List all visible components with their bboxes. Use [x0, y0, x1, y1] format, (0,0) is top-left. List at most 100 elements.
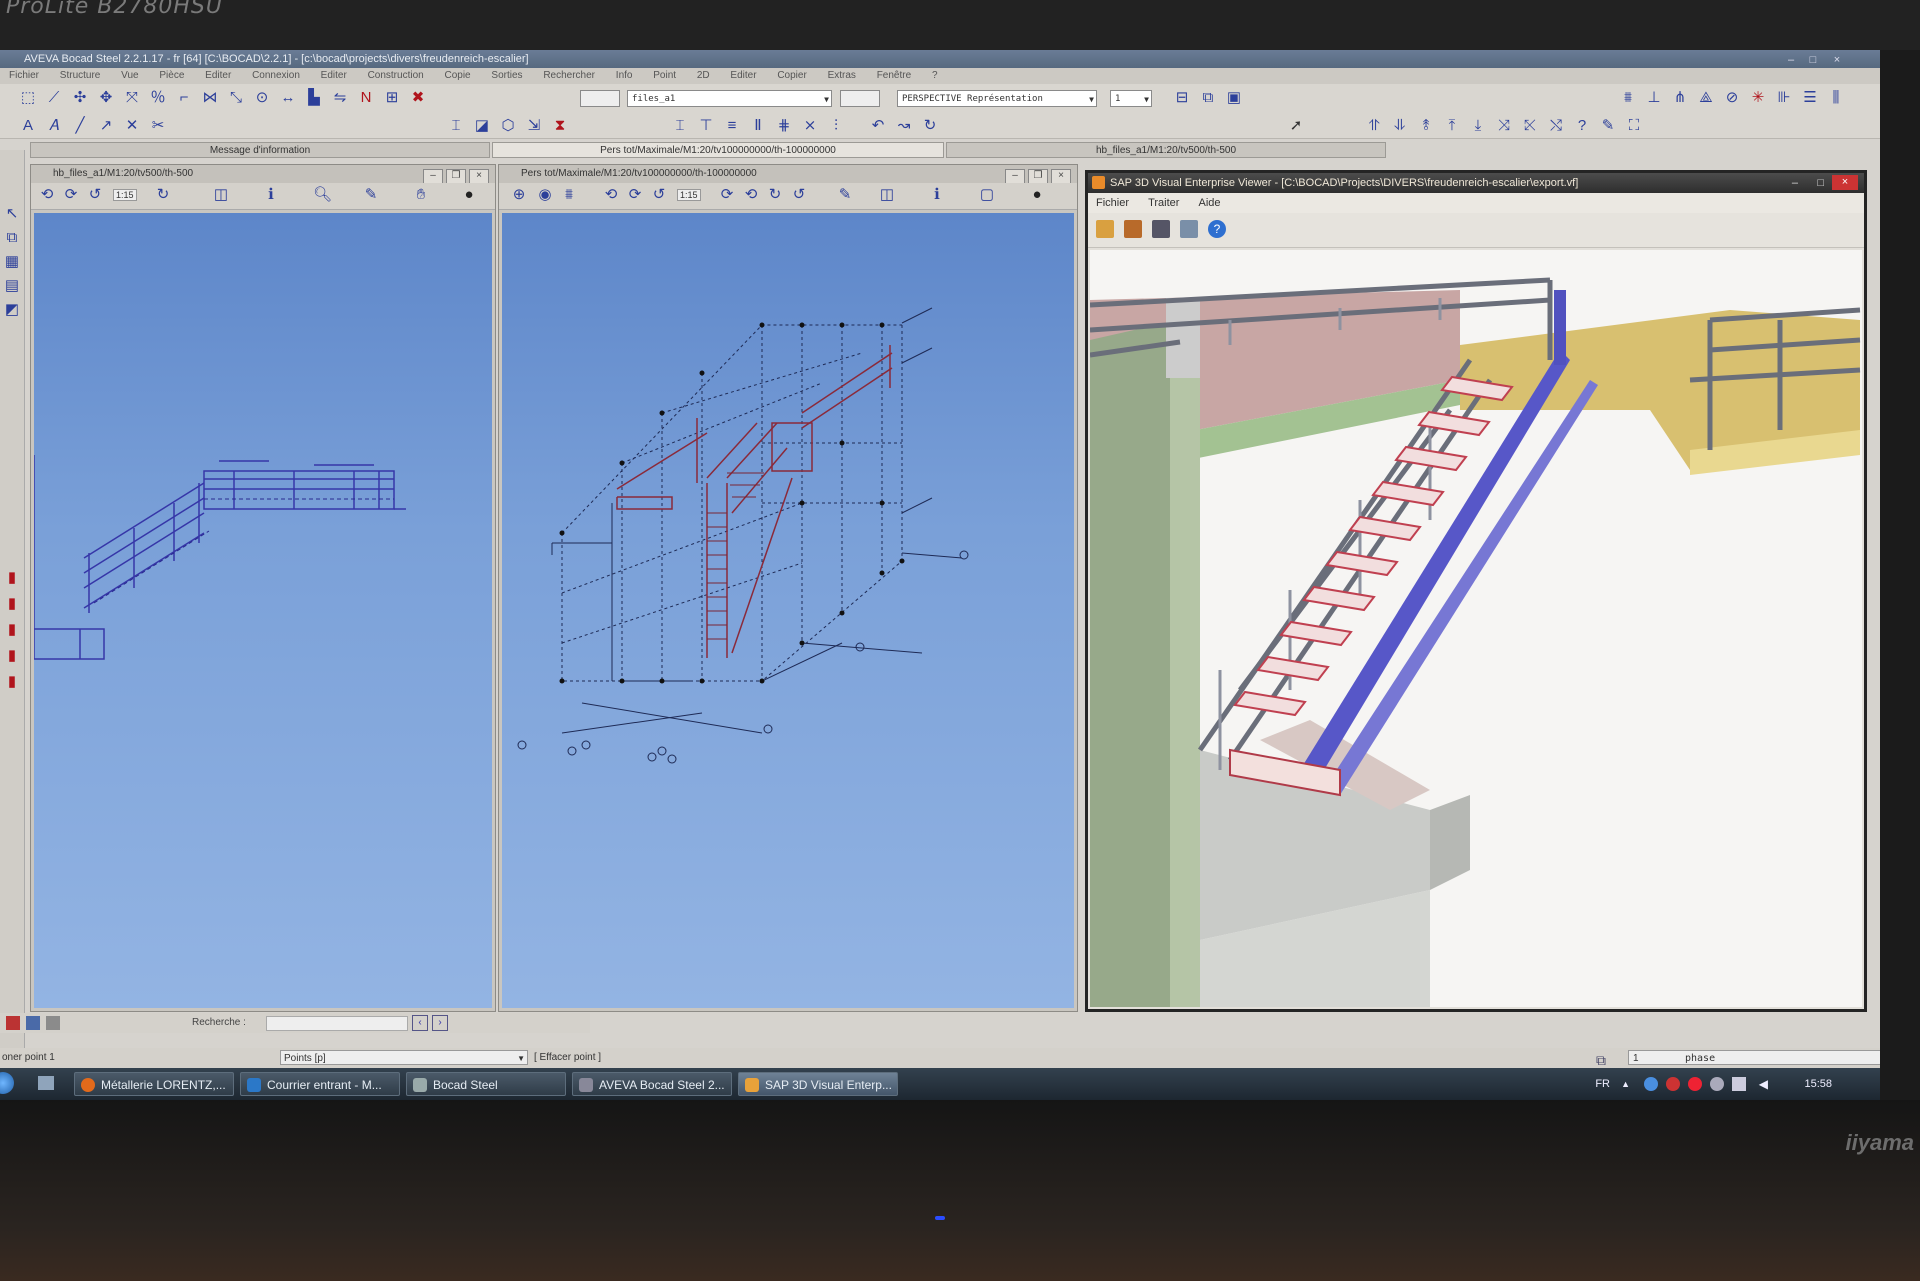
node-h-icon[interactable]: ⤭ — [1548, 118, 1564, 134]
menu-item[interactable]: Copier — [768, 68, 815, 84]
corner-tool-icon[interactable]: ⌐ — [176, 90, 192, 106]
redo-icon[interactable]: ↝ — [896, 118, 912, 134]
dim-tool-icon[interactable]: ↔ — [280, 90, 296, 106]
restore-button[interactable]: ❐ — [1028, 169, 1048, 184]
tab-files[interactable]: hb_files_a1/M1:20/tv500/th-500 — [946, 142, 1386, 158]
chevron-left-icon[interactable]: ‹ — [412, 1015, 428, 1031]
node-d-icon[interactable]: ⤒ — [1444, 118, 1460, 134]
divide-tool-icon[interactable]: ％ — [150, 90, 166, 106]
tray-network-icon[interactable] — [1644, 1077, 1658, 1091]
circle-tool-icon[interactable]: ⊙ — [254, 90, 270, 106]
rotate-right-icon[interactable]: ↺ — [651, 187, 667, 203]
help-icon[interactable]: ? — [1208, 220, 1226, 238]
node-e-icon[interactable]: ⤓ — [1470, 118, 1486, 134]
tray-update-icon[interactable] — [1688, 1077, 1702, 1091]
view-combo[interactable]: PERSPECTIVE Représentation ▼ — [897, 90, 1097, 107]
taskbar-item-firefox[interactable]: Métallerie LORENTZ,... — [74, 1072, 234, 1096]
connection-icon[interactable]: ⊥ — [1646, 90, 1662, 106]
sap-menu-item[interactable]: Aide — [1191, 193, 1229, 213]
spin-icon[interactable]: ↻ — [155, 187, 171, 203]
save-icon[interactable] — [1124, 220, 1142, 238]
beam-i-icon[interactable]: ⌶ — [672, 118, 688, 134]
minimize-button[interactable]: – — [1005, 169, 1025, 184]
scissors-icon[interactable]: ✂ — [150, 118, 166, 134]
star-icon[interactable]: ✳ — [1750, 90, 1766, 106]
menu-item[interactable]: Sorties — [482, 68, 531, 84]
rotate-left-icon[interactable]: ⟲ — [603, 187, 619, 203]
rotate-left-icon[interactable]: ⟲ — [39, 187, 55, 203]
show-desktop-icon[interactable] — [38, 1076, 54, 1090]
rotate-right-icon[interactable]: ↺ — [87, 187, 103, 203]
n-tool-icon[interactable]: N — [358, 90, 374, 106]
menu-item[interactable]: Structure — [51, 68, 110, 84]
hourglass-icon[interactable]: ⧗ — [552, 118, 568, 134]
scale-field[interactable]: 1:15 — [113, 189, 137, 201]
cad-viewport-middle[interactable] — [502, 213, 1074, 1008]
assembly-icon[interactable]: ⬡ — [500, 118, 516, 134]
chevron-right-icon[interactable]: › — [432, 1015, 448, 1031]
taskbar-item-aveva[interactable]: AVEVA Bocad Steel 2... — [572, 1072, 732, 1096]
maximize-button[interactable]: □ — [1804, 51, 1822, 66]
cross-tool-icon[interactable]: ⋈ — [202, 90, 218, 106]
red-tool-5-icon[interactable]: ▮ — [4, 674, 20, 690]
beam-t-icon[interactable]: ⊤ — [698, 118, 714, 134]
grey-tool-icon[interactable] — [46, 1016, 60, 1030]
node-g-icon[interactable]: ⤪ — [1522, 118, 1538, 134]
edit-view-icon[interactable]: ✎ — [363, 187, 379, 203]
spin-b-icon[interactable]: ⟲ — [743, 187, 759, 203]
tray-expand-icon[interactable]: ▲ — [1621, 1068, 1630, 1100]
mail-icon[interactable] — [1180, 220, 1198, 238]
pointer-icon[interactable]: ↖ — [4, 206, 20, 222]
minimize-button[interactable]: – — [1792, 173, 1798, 193]
info-icon[interactable]: ℹ — [929, 187, 945, 203]
menu-item[interactable]: Rechercher — [534, 68, 604, 84]
render-icon[interactable]: ● — [461, 187, 477, 203]
blue-tool-icon[interactable] — [26, 1016, 40, 1030]
section-icon[interactable]: ▤ — [4, 278, 20, 294]
node-f-icon[interactable]: ⤨ — [1496, 118, 1512, 134]
menu-item[interactable]: Editer — [312, 68, 356, 84]
profile-tool-icon[interactable]: ▙ — [306, 90, 322, 106]
weld-icon[interactable]: ⋔ — [1672, 90, 1688, 106]
tray-antivirus-icon[interactable] — [1666, 1077, 1680, 1091]
taskbar-item-mail[interactable]: Courrier entrant - M... — [240, 1072, 400, 1096]
arrow-tool-icon[interactable]: ↗ — [98, 118, 114, 134]
red-tool-icon[interactable] — [6, 1016, 20, 1030]
beam-stack-icon[interactable]: ≡ — [724, 118, 740, 134]
phase-combo[interactable]: 1 phase ▼ — [1628, 1050, 1880, 1065]
menu-item[interactable]: 2D — [688, 68, 719, 84]
minimize-button[interactable]: – — [1782, 51, 1800, 66]
menu-item[interactable]: Editer — [196, 68, 240, 84]
tab-message[interactable]: Message d'information — [30, 142, 490, 158]
menu-item[interactable]: Pièce — [150, 68, 193, 84]
menu-item[interactable]: Editer — [721, 68, 765, 84]
open-icon[interactable] — [1096, 220, 1114, 238]
clock[interactable]: 15:58 — [1804, 1068, 1832, 1100]
language-indicator[interactable]: FR — [1595, 1068, 1610, 1100]
info-icon[interactable]: ℹ — [263, 187, 279, 203]
select-icon[interactable]: ⬚ — [20, 90, 36, 106]
node-tool-icon[interactable]: ✣ — [72, 90, 88, 106]
rotate-up-icon[interactable]: ⟳ — [63, 187, 79, 203]
bracing-icon[interactable]: ⨯ — [802, 118, 818, 134]
measure-icon[interactable]: ⊘ — [1724, 90, 1740, 106]
taskbar-item-bocad[interactable]: Bocad Steel — [406, 1072, 566, 1096]
node-a-icon[interactable]: ⥣ — [1366, 118, 1382, 134]
effacer-point-button[interactable]: [ Effacer point ] — [534, 1048, 601, 1068]
filter-combo[interactable] — [580, 90, 620, 107]
snap-tool-icon[interactable]: ⤧ — [124, 90, 140, 106]
red-tool-4-icon[interactable]: ▮ — [4, 648, 20, 664]
files-combo[interactable]: files_a1 ▼ — [627, 90, 832, 107]
view3d-icon[interactable]: ◩ — [4, 302, 20, 318]
move-tool-icon[interactable]: ✥ — [98, 90, 114, 106]
render-icon[interactable]: ● — [1029, 187, 1045, 203]
truss-icon[interactable]: ⋕ — [776, 118, 792, 134]
tab-pers[interactable]: Pers tot/Maximale/M1:20/tv100000000/th-1… — [492, 142, 944, 158]
window-icon[interactable]: ⧉ — [1200, 90, 1216, 106]
tray-sync-icon[interactable] — [1710, 1077, 1724, 1091]
columns-icon[interactable]: ⫼ — [1828, 90, 1844, 106]
maximize-button[interactable]: □ — [1817, 173, 1824, 193]
spin-c-icon[interactable]: ↻ — [767, 187, 783, 203]
column-icon[interactable]: Ⅱ — [750, 118, 766, 134]
model-icon[interactable]: ▦ — [4, 254, 20, 270]
